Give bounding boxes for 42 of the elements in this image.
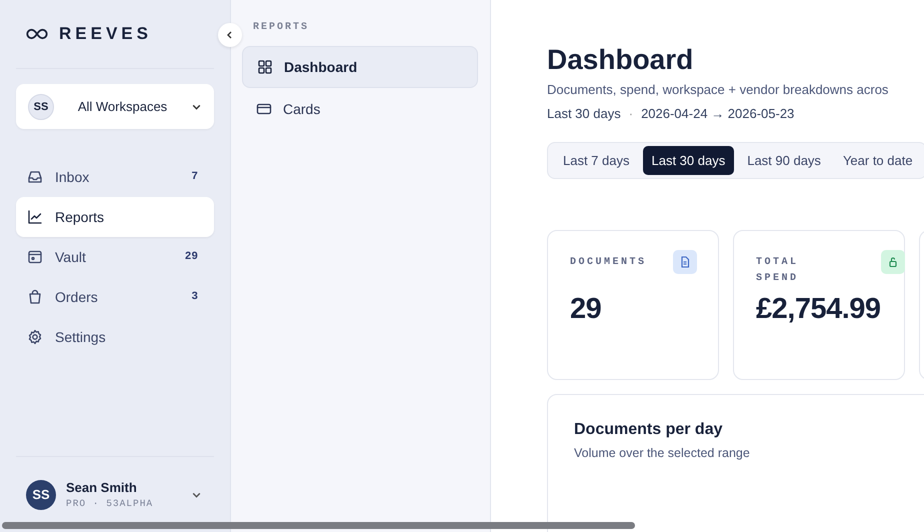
range-tab[interactable]: Last 90 days (738, 146, 830, 175)
nav-item[interactable]: Inbox 7 (16, 157, 214, 197)
count-label: 7 (191, 171, 198, 183)
stat-label: TOTAL SPEND (756, 256, 800, 286)
chart-icon (27, 209, 43, 225)
bag-icon (27, 289, 43, 305)
nav-item[interactable]: Vault 29 (16, 237, 214, 277)
brand-name: REEVES (59, 24, 152, 44)
workspace-selector[interactable]: SS All Workspaces (16, 84, 214, 129)
user-avatar: SS (26, 480, 56, 510)
collapse-sidebar-button[interactable] (218, 23, 242, 47)
nav-item[interactable]: Orders 3 (16, 277, 214, 317)
card-icon (256, 101, 272, 117)
horizontal-scrollbar[interactable] (2, 522, 635, 529)
count-label: 3 (191, 291, 198, 303)
safe-icon (27, 249, 43, 265)
nav-item[interactable]: Reports (16, 197, 214, 237)
subnav-item[interactable]: Cards (242, 88, 478, 130)
date-range: 2026-04-24 → 2026-05-23 (641, 106, 794, 121)
section-heading: REPORTS (253, 22, 310, 33)
panel-subtitle: Volume over the selected range (574, 446, 751, 460)
settings-icon (27, 329, 43, 345)
user-plan: PRO · 53ALPHA (66, 498, 154, 509)
stat-label: DOCUMENTS (570, 256, 648, 270)
grid-icon (257, 59, 273, 75)
page-title: Dashboard (547, 44, 694, 76)
page-subtitle: Documents, spend, workspace + vendor breakdowns acros (547, 82, 890, 97)
range-tab[interactable]: Last 7 days (554, 146, 638, 175)
range-tab[interactable]: Last 30 days (642, 146, 734, 175)
panel-title: Documents per day (574, 421, 724, 439)
count-label: 29 (184, 251, 198, 263)
infinity-logo-icon (25, 28, 49, 40)
subnav-item[interactable]: Dashboard (242, 46, 478, 88)
range-label: Last 30 days (547, 106, 621, 121)
stat-value: 29 (570, 293, 602, 326)
separator: · (628, 106, 634, 121)
workspace-avatar: SS (28, 94, 54, 120)
inbox-icon (27, 169, 43, 185)
stat-value: £2,754.99 (756, 293, 882, 326)
range-tab[interactable]: Year to date (834, 146, 922, 175)
user-name: Sean Smith (66, 480, 138, 495)
nav-item[interactable]: Settings (16, 317, 214, 357)
